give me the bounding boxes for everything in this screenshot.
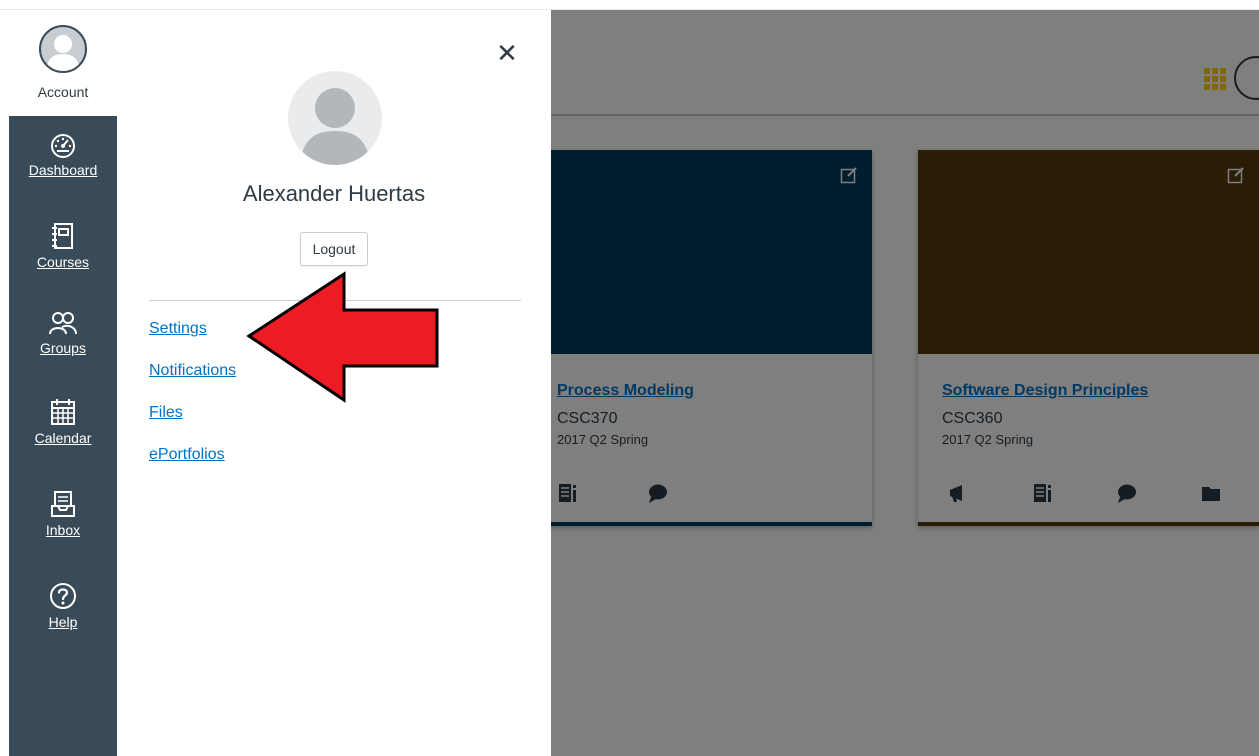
- account-links: Settings Notifications Files ePortfolios: [149, 316, 236, 484]
- tray-link-item: Settings: [149, 316, 236, 358]
- nav-item-dashboard[interactable]: Dashboard: [9, 132, 117, 216]
- red-arrow-annotation: [246, 271, 439, 403]
- nav-item-account[interactable]: Account: [9, 10, 117, 116]
- logout-button[interactable]: Logout: [300, 232, 368, 266]
- nav-item-groups[interactable]: Groups: [9, 310, 117, 394]
- eportfolios-link[interactable]: ePortfolios: [149, 446, 225, 463]
- close-icon[interactable]: ✕: [495, 40, 519, 66]
- top-border: [0, 0, 1259, 10]
- nav-item-courses[interactable]: Courses: [9, 222, 117, 306]
- user-name: Alexander Huertas: [242, 181, 426, 206]
- nav-item-help[interactable]: Help: [9, 582, 117, 666]
- courses-icon: [52, 223, 73, 249]
- tray-link-item: ePortfolios: [149, 442, 236, 484]
- help-icon: [50, 583, 76, 609]
- groups-icon: [49, 312, 77, 335]
- nav-item-calendar[interactable]: Calendar: [9, 398, 117, 482]
- calendar-icon: [51, 399, 75, 425]
- user-silhouette-icon: [300, 88, 370, 165]
- tray-link-item: Notifications: [149, 358, 236, 400]
- nav-label-calendar: Calendar: [34, 430, 92, 446]
- global-navigation: Account Dashboard Courses Groups Calenda…: [9, 10, 117, 756]
- canvas-app: Account Dashboard Courses Groups Calenda…: [0, 0, 1259, 756]
- nav-account-label: Account: [37, 84, 89, 100]
- inbox-icon: [51, 491, 75, 517]
- user-avatar: [288, 71, 382, 165]
- nav-label-help: Help: [48, 614, 78, 630]
- dashboard-icon: [51, 134, 75, 158]
- settings-link[interactable]: Settings: [149, 320, 207, 337]
- nav-label-inbox: Inbox: [45, 522, 81, 538]
- tray-backdrop-overlay[interactable]: [551, 10, 1259, 756]
- tray-link-item: Files: [149, 400, 236, 442]
- notifications-link[interactable]: Notifications: [149, 362, 236, 379]
- nav-label-dashboard: Dashboard: [28, 162, 98, 178]
- nav-label-groups: Groups: [40, 340, 86, 356]
- nav-item-inbox[interactable]: Inbox: [9, 490, 117, 574]
- nav-label-courses: Courses: [36, 254, 90, 270]
- account-avatar-icon: [39, 25, 87, 73]
- files-link[interactable]: Files: [149, 404, 183, 421]
